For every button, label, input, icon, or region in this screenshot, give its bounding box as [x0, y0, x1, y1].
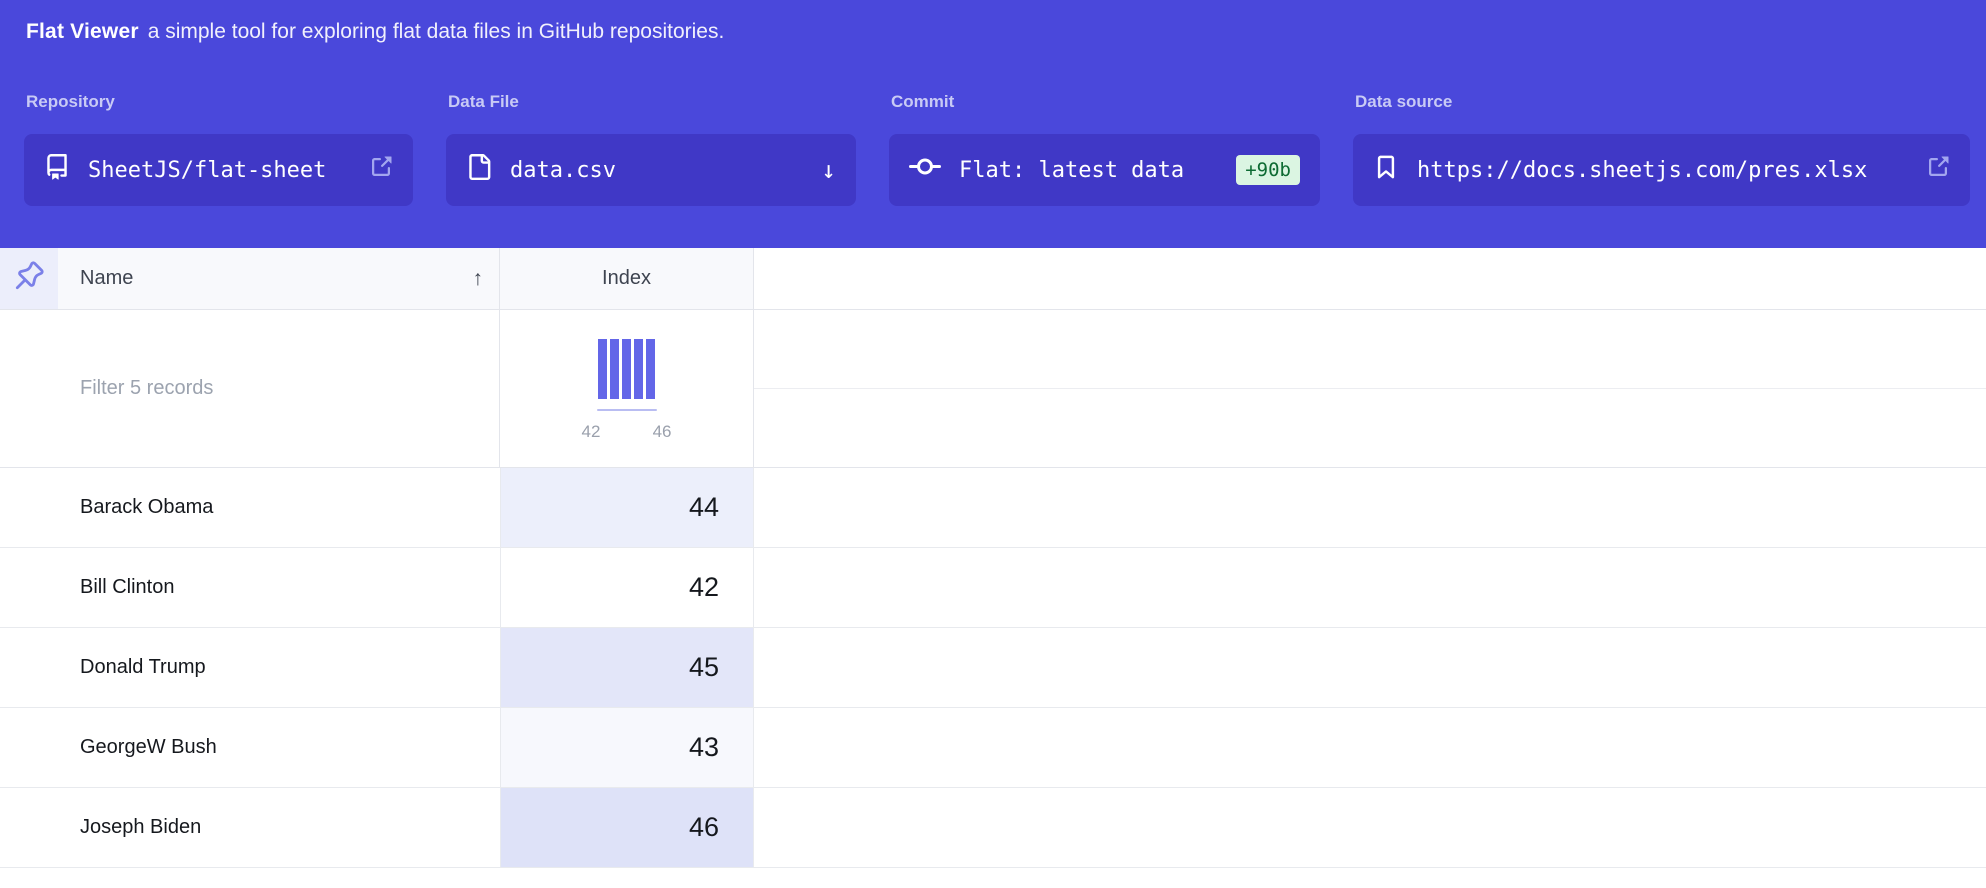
column-header-name[interactable]: Name ↑ — [58, 248, 500, 309]
name-column-label: Name — [80, 267, 133, 290]
field-data-source: Data source https://docs.sheetjs.com/pre… — [1353, 92, 1970, 206]
app-title: Flat Viewer — [26, 20, 139, 44]
app-title-row: Flat Viewer a simple tool for exploring … — [0, 0, 1986, 64]
repository-label: Repository — [26, 92, 413, 112]
filter-input[interactable] — [80, 377, 450, 400]
sticky-column-toggle[interactable] — [0, 248, 58, 309]
sort-ascending-icon: ↑ — [473, 267, 484, 291]
table-row: Bill Clinton 42 — [0, 548, 1986, 628]
index-histogram-cell: 42 46 — [500, 310, 754, 467]
git-commit-icon — [909, 151, 941, 189]
name-cell: Donald Trump — [0, 628, 500, 707]
repo-book-icon — [44, 154, 70, 186]
histogram-max-label: 46 — [653, 422, 672, 442]
name-cell: Bill Clinton — [0, 548, 500, 627]
app-subtitle: a simple tool for exploring flat data fi… — [148, 20, 725, 44]
field-data-file: Data File data.csv ↓ — [446, 92, 856, 206]
row-empty-area — [754, 468, 1986, 547]
histogram-bar — [634, 339, 643, 399]
repository-value: SheetJS/flat-sheet — [88, 158, 326, 183]
filter-empty-area — [754, 310, 1986, 467]
file-icon — [466, 154, 492, 186]
table-row: GeorgeW Bush 43 — [0, 708, 1986, 788]
index-cell: 43 — [500, 708, 754, 787]
field-repository: Repository SheetJS/flat-sheet — [24, 92, 413, 206]
filter-summary-row: 42 46 — [0, 310, 1986, 468]
histogram-bar — [646, 339, 655, 399]
table-row: Barack Obama 44 — [0, 468, 1986, 548]
table-row: Joseph Biden 46 — [0, 788, 1986, 868]
header-fields: Repository SheetJS/flat-sheet Data File — [0, 92, 1986, 206]
name-cell: Barack Obama — [0, 468, 500, 547]
external-link-icon[interactable] — [369, 155, 393, 185]
histogram-baseline — [597, 409, 657, 411]
table-row: Donald Trump 45 — [0, 628, 1986, 708]
histogram-min-label: 42 — [582, 422, 601, 442]
index-column-label: Index — [602, 267, 651, 290]
data-source-label: Data source — [1355, 92, 1970, 112]
flat-viewer-page: Flat Viewer a simple tool for exploring … — [0, 0, 1986, 888]
histogram-bar — [622, 339, 631, 399]
diffstat-badge: +90b — [1236, 155, 1300, 185]
repository-box[interactable]: SheetJS/flat-sheet — [24, 134, 413, 206]
pin-icon — [14, 261, 44, 296]
index-cell: 42 — [500, 548, 754, 627]
row-empty-area — [754, 788, 1986, 867]
data-file-value: data.csv — [510, 158, 616, 183]
commit-message: Flat: latest data — [959, 158, 1184, 183]
data-source-url: https://docs.sheetjs.com/pres.xlsx — [1417, 158, 1867, 183]
name-cell: GeorgeW Bush — [0, 708, 500, 787]
name-filter-cell — [0, 310, 500, 467]
row-empty-area — [754, 628, 1986, 707]
histogram-bar — [610, 339, 619, 399]
data-source-box[interactable]: https://docs.sheetjs.com/pres.xlsx — [1353, 134, 1970, 206]
row-empty-area — [754, 708, 1986, 787]
histogram-range-labels: 42 46 — [582, 422, 672, 442]
name-cell: Joseph Biden — [0, 788, 500, 867]
data-file-label: Data File — [448, 92, 856, 112]
commit-label: Commit — [891, 92, 1320, 112]
grid-header-row: Name ↑ Index — [0, 248, 1986, 310]
row-empty-area — [754, 548, 1986, 627]
header-empty-area — [754, 248, 1986, 309]
field-commit: Commit Flat: latest data +90b — [889, 92, 1320, 206]
histogram-bar — [598, 339, 607, 399]
index-cell: 44 — [500, 468, 754, 547]
commit-selector[interactable]: Flat: latest data +90b — [889, 134, 1320, 206]
index-histogram — [598, 339, 655, 399]
data-file-selector[interactable]: data.csv ↓ — [446, 134, 856, 206]
index-cell: 45 — [500, 628, 754, 707]
bookmark-icon — [1373, 154, 1399, 186]
app-header: Flat Viewer a simple tool for exploring … — [0, 0, 1986, 248]
external-link-icon[interactable] — [1926, 155, 1950, 185]
index-cell: 46 — [500, 788, 754, 867]
down-arrow-icon[interactable]: ↓ — [822, 156, 836, 184]
column-header-index[interactable]: Index — [500, 248, 754, 309]
gridline — [754, 388, 1986, 389]
